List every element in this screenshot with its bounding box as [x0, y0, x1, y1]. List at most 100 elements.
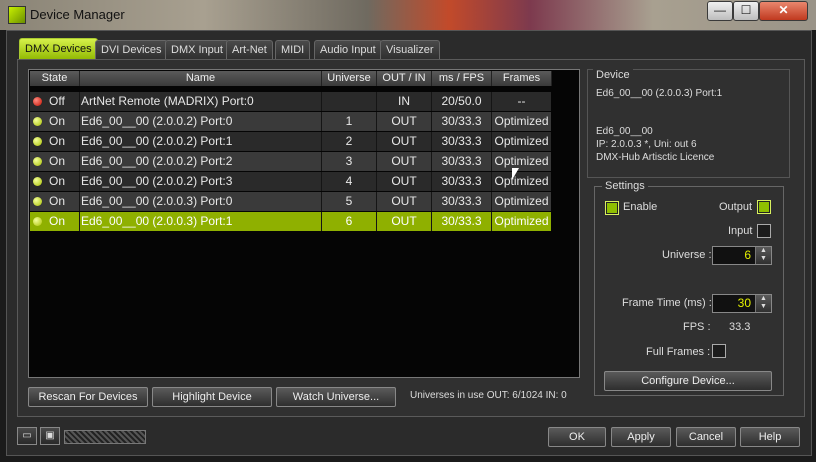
- cell-universe: 5: [345, 194, 353, 208]
- cell-frames: Optimized: [494, 194, 549, 208]
- device-name: Ed6_00__00 (2.0.0.3) Port:1: [596, 88, 723, 99]
- table-row[interactable]: On Ed6_00__00 (2.0.0.2) Port:2 3 OUT 30/33.3…: [30, 152, 551, 172]
- device-short-name: Ed6_00__00: [596, 126, 653, 137]
- fps-label: FPS :: [683, 321, 711, 333]
- cell-fps: 20/50.0: [441, 94, 482, 108]
- column-separator: [79, 112, 80, 131]
- status-led-green-icon: [33, 177, 42, 186]
- open-folder-icon[interactable]: ▭: [17, 427, 37, 445]
- output-label: Output: [719, 201, 753, 213]
- frame-time-spinbox[interactable]: 30 ▲ ▼: [712, 294, 772, 313]
- cell-name: Ed6_00__00 (2.0.0.2) Port:0: [81, 114, 233, 128]
- col-header-name[interactable]: Name: [80, 71, 322, 86]
- cell-dir: IN: [398, 94, 410, 108]
- col-header-ms-fps[interactable]: ms / FPS: [432, 71, 492, 86]
- tab-visualizer[interactable]: Visualizer: [380, 40, 440, 60]
- cell-universe: [322, 92, 376, 111]
- cell-universe: 3: [345, 154, 353, 168]
- cell-universe: 1: [345, 114, 353, 128]
- apply-button[interactable]: Apply: [611, 427, 671, 447]
- table-row[interactable]: On Ed6_00__00 (2.0.0.2) Port:1 2 OUT 30/33.3…: [30, 132, 551, 152]
- watch-universe-button[interactable]: Watch Universe...: [276, 387, 396, 407]
- cell-dir: OUT: [391, 194, 417, 208]
- tab-audio-input[interactable]: Audio Input: [314, 40, 382, 60]
- col-header-frames[interactable]: Frames: [492, 71, 552, 86]
- enable-label: Enable: [623, 201, 658, 213]
- cell-dir: OUT: [391, 174, 417, 188]
- spin-arrows-icon[interactable]: ▲ ▼: [755, 295, 771, 312]
- cell-state: On: [49, 114, 66, 128]
- cell-frames: Optimized: [494, 174, 549, 188]
- table-row[interactable]: On Ed6_00__00 (2.0.0.2) Port:3 4 OUT 30/33.3…: [30, 172, 551, 192]
- cell-name: ArtNet Remote (MADRIX) Port:0: [81, 94, 254, 108]
- frame-time-label: Frame Time (ms) :: [622, 297, 712, 309]
- settings-group: [594, 186, 784, 396]
- universes-status: Universes in use OUT: 6/1024 IN: 0: [410, 390, 567, 401]
- tab-dmx-devices[interactable]: DMX Devices: [19, 38, 98, 60]
- cell-fps: 30/33.3: [441, 114, 482, 128]
- frame-time-value: 30: [737, 296, 751, 310]
- device-heading: Device: [593, 69, 633, 81]
- cell-fps: 30/33.3: [441, 154, 482, 168]
- minimize-button[interactable]: —: [707, 1, 733, 21]
- status-led-green-icon: [33, 137, 42, 146]
- col-header-universe[interactable]: Universe: [322, 71, 377, 86]
- table-row[interactable]: Off ArtNet Remote (MADRIX) Port:0 IN 20/50.…: [30, 92, 551, 112]
- progress-bar: [64, 430, 146, 444]
- tab-dmx-input[interactable]: DMX Input: [165, 40, 229, 60]
- cell-dir: OUT: [391, 134, 417, 148]
- cell-name: Ed6_00__00 (2.0.0.2) Port:3: [81, 174, 233, 188]
- column-separator: [79, 192, 80, 211]
- cell-universe: 2: [345, 134, 353, 148]
- input-checkbox[interactable]: [757, 224, 771, 238]
- col-header-out-in[interactable]: OUT / IN: [377, 71, 432, 86]
- cell-dir: OUT: [391, 114, 417, 128]
- rescan-devices-button[interactable]: Rescan For Devices: [28, 387, 148, 407]
- cancel-button[interactable]: Cancel: [676, 427, 736, 447]
- output-checkbox[interactable]: [757, 200, 771, 214]
- full-frames-checkbox[interactable]: [712, 344, 726, 358]
- save-icon[interactable]: ▣: [40, 427, 60, 445]
- device-type: DMX-Hub Artisctic Licence: [596, 152, 715, 163]
- cell-dir: OUT: [391, 214, 417, 228]
- cell-frames: Optimized: [494, 154, 549, 168]
- universe-label: Universe :: [662, 249, 712, 261]
- cell-universe: 4: [345, 174, 353, 188]
- tab-art-net[interactable]: Art-Net: [226, 40, 273, 60]
- table-row[interactable]: On Ed6_00__00 (2.0.0.3) Port:1 6 OUT 30/33.3…: [30, 212, 551, 232]
- ok-button[interactable]: OK: [548, 427, 606, 447]
- spin-arrows-icon[interactable]: ▲ ▼: [755, 247, 771, 264]
- cell-state: Off: [49, 94, 65, 108]
- help-button[interactable]: Help: [740, 427, 800, 447]
- cell-state: On: [49, 214, 66, 228]
- full-frames-label: Full Frames :: [646, 346, 711, 358]
- tab-midi[interactable]: MIDI: [275, 40, 311, 60]
- enable-checkbox[interactable]: [605, 201, 619, 215]
- column-separator: [79, 152, 80, 171]
- cell-state: On: [49, 134, 66, 148]
- highlight-device-button[interactable]: Highlight Device: [152, 387, 272, 407]
- universe-spinbox[interactable]: 6 ▲ ▼: [712, 246, 772, 265]
- table-row[interactable]: On Ed6_00__00 (2.0.0.3) Port:0 5 OUT 30/33.3…: [30, 192, 551, 212]
- column-separator: [79, 132, 80, 151]
- fps-value: 33.3: [729, 321, 751, 333]
- maximize-button[interactable]: ☐: [733, 1, 759, 21]
- window-title: Device Manager: [30, 7, 125, 22]
- status-led-green-icon: [33, 117, 42, 126]
- configure-device-button[interactable]: Configure Device...: [604, 371, 772, 391]
- cell-name: Ed6_00__00 (2.0.0.2) Port:2: [81, 154, 233, 168]
- cell-frames: Optimized: [494, 114, 549, 128]
- cell-frames: Optimized: [494, 214, 549, 228]
- universe-value: 6: [744, 248, 751, 262]
- cell-frames: Optimized: [494, 134, 549, 148]
- col-header-state[interactable]: State: [30, 71, 80, 86]
- table-row[interactable]: On Ed6_00__00 (2.0.0.2) Port:0 1 OUT 30/33.3…: [30, 112, 551, 132]
- status-led-green-icon: [33, 157, 42, 166]
- settings-heading: Settings: [602, 180, 648, 192]
- cell-fps: 30/33.3: [441, 194, 482, 208]
- cell-dir: OUT: [391, 154, 417, 168]
- status-led-green-icon: [33, 197, 42, 206]
- cell-fps: 30/33.3: [441, 134, 482, 148]
- tab-dvi-devices[interactable]: DVI Devices: [95, 40, 168, 60]
- close-button[interactable]: ✕: [759, 1, 808, 21]
